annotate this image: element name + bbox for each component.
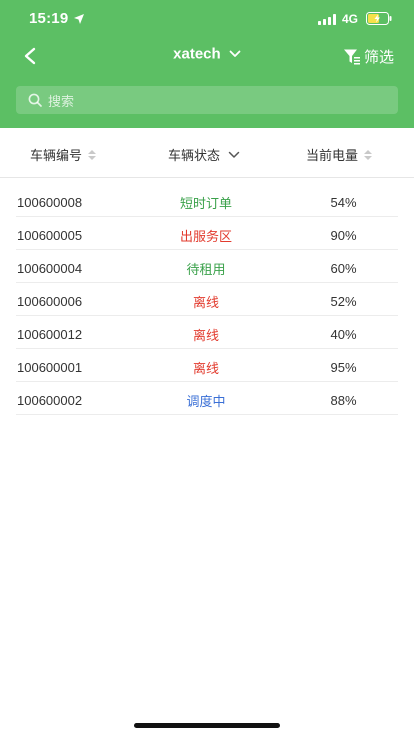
table-row[interactable]: 100600004 待租用 60%: [16, 250, 398, 283]
table-row[interactable]: 100600006 离线 52%: [16, 283, 398, 316]
table-row[interactable]: 100600008 短时订单 54%: [16, 184, 398, 217]
filter-label: 筛选: [363, 48, 394, 66]
page-title: xatech: [173, 45, 221, 63]
chevron-down-icon: [229, 50, 241, 57]
battery-charging-icon: [366, 12, 392, 25]
status-time: 15:19: [29, 10, 69, 27]
vehicle-id: 100600004: [17, 261, 83, 276]
location-arrow-icon: [74, 14, 84, 24]
vehicle-status: 出服务区: [179, 229, 232, 244]
column-header-vehicle-status[interactable]: 车辆状态: [168, 145, 240, 164]
table-header: 车辆编号 车辆状态 当前电量: [0, 128, 414, 178]
vehicle-id: 100600005: [17, 228, 83, 243]
battery-level: 54%: [330, 195, 357, 210]
filter-icon: [343, 49, 360, 64]
battery-level: 60%: [330, 261, 357, 276]
vehicle-id: 100600008: [17, 195, 83, 210]
filter-button[interactable]: 筛选: [343, 43, 394, 69]
vehicle-status: 短时订单: [179, 196, 232, 211]
column-header-vehicle-id[interactable]: 车辆编号: [30, 145, 97, 164]
column-header-label: 车辆编号: [30, 148, 83, 163]
vehicle-status: 离线: [192, 328, 219, 343]
vehicle-id: 100600006: [17, 294, 83, 309]
battery-level: 90%: [330, 228, 357, 243]
battery-level: 88%: [330, 393, 357, 408]
vehicle-status: 待租用: [186, 262, 226, 277]
search-input[interactable]: 搜索: [16, 86, 398, 114]
sort-icon: [88, 149, 97, 160]
table-row[interactable]: 100600005 出服务区 90%: [16, 217, 398, 250]
column-header-label: 当前电量: [306, 148, 359, 163]
vehicle-id: 100600001: [17, 360, 83, 375]
table-row[interactable]: 100600012 离线 40%: [16, 316, 398, 349]
network-type: 4G: [342, 12, 359, 26]
vehicle-id: 100600002: [17, 393, 83, 408]
chevron-down-icon: [228, 151, 240, 158]
sort-icon: [364, 149, 373, 160]
column-header-label: 车辆状态: [168, 148, 221, 163]
vehicle-status: 调度中: [186, 394, 226, 409]
status-bar: 15:19 4G: [0, 0, 414, 36]
search-icon: [28, 93, 42, 107]
search-placeholder: 搜索: [48, 93, 75, 109]
table-row[interactable]: 100600002 调度中 88%: [16, 382, 398, 415]
vehicle-status: 离线: [192, 295, 219, 310]
vehicle-status: 离线: [192, 361, 219, 376]
nav-bar: xatech 筛选: [0, 38, 414, 74]
app-header: 15:19 4G xatech 筛选 搜索: [0, 0, 414, 128]
battery-level: 52%: [330, 294, 357, 309]
battery-level: 40%: [330, 327, 357, 342]
battery-level: 95%: [330, 360, 357, 375]
table-row[interactable]: 100600001 离线 95%: [16, 349, 398, 382]
vehicle-id: 100600012: [17, 327, 83, 342]
signal-icon: [318, 14, 336, 25]
vehicle-table: 100600008 短时订单 54% 100600005 出服务区 90% 10…: [16, 184, 398, 415]
column-header-battery[interactable]: 当前电量: [306, 145, 373, 164]
home-indicator[interactable]: [134, 723, 280, 728]
